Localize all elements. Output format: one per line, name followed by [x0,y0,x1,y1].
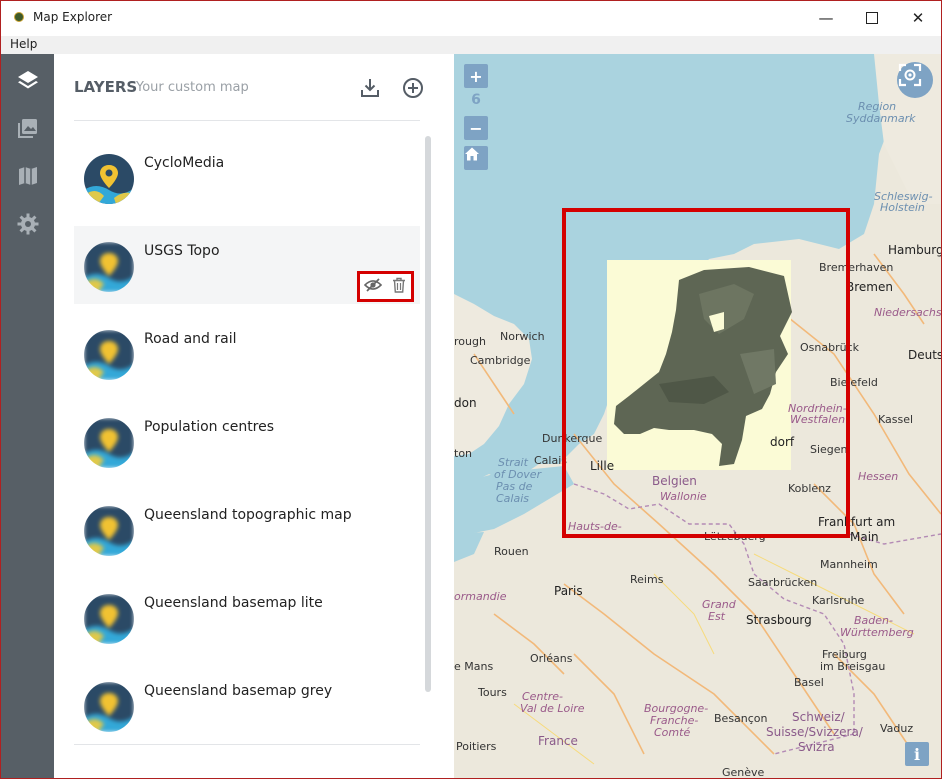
window-frame [0,0,942,779]
